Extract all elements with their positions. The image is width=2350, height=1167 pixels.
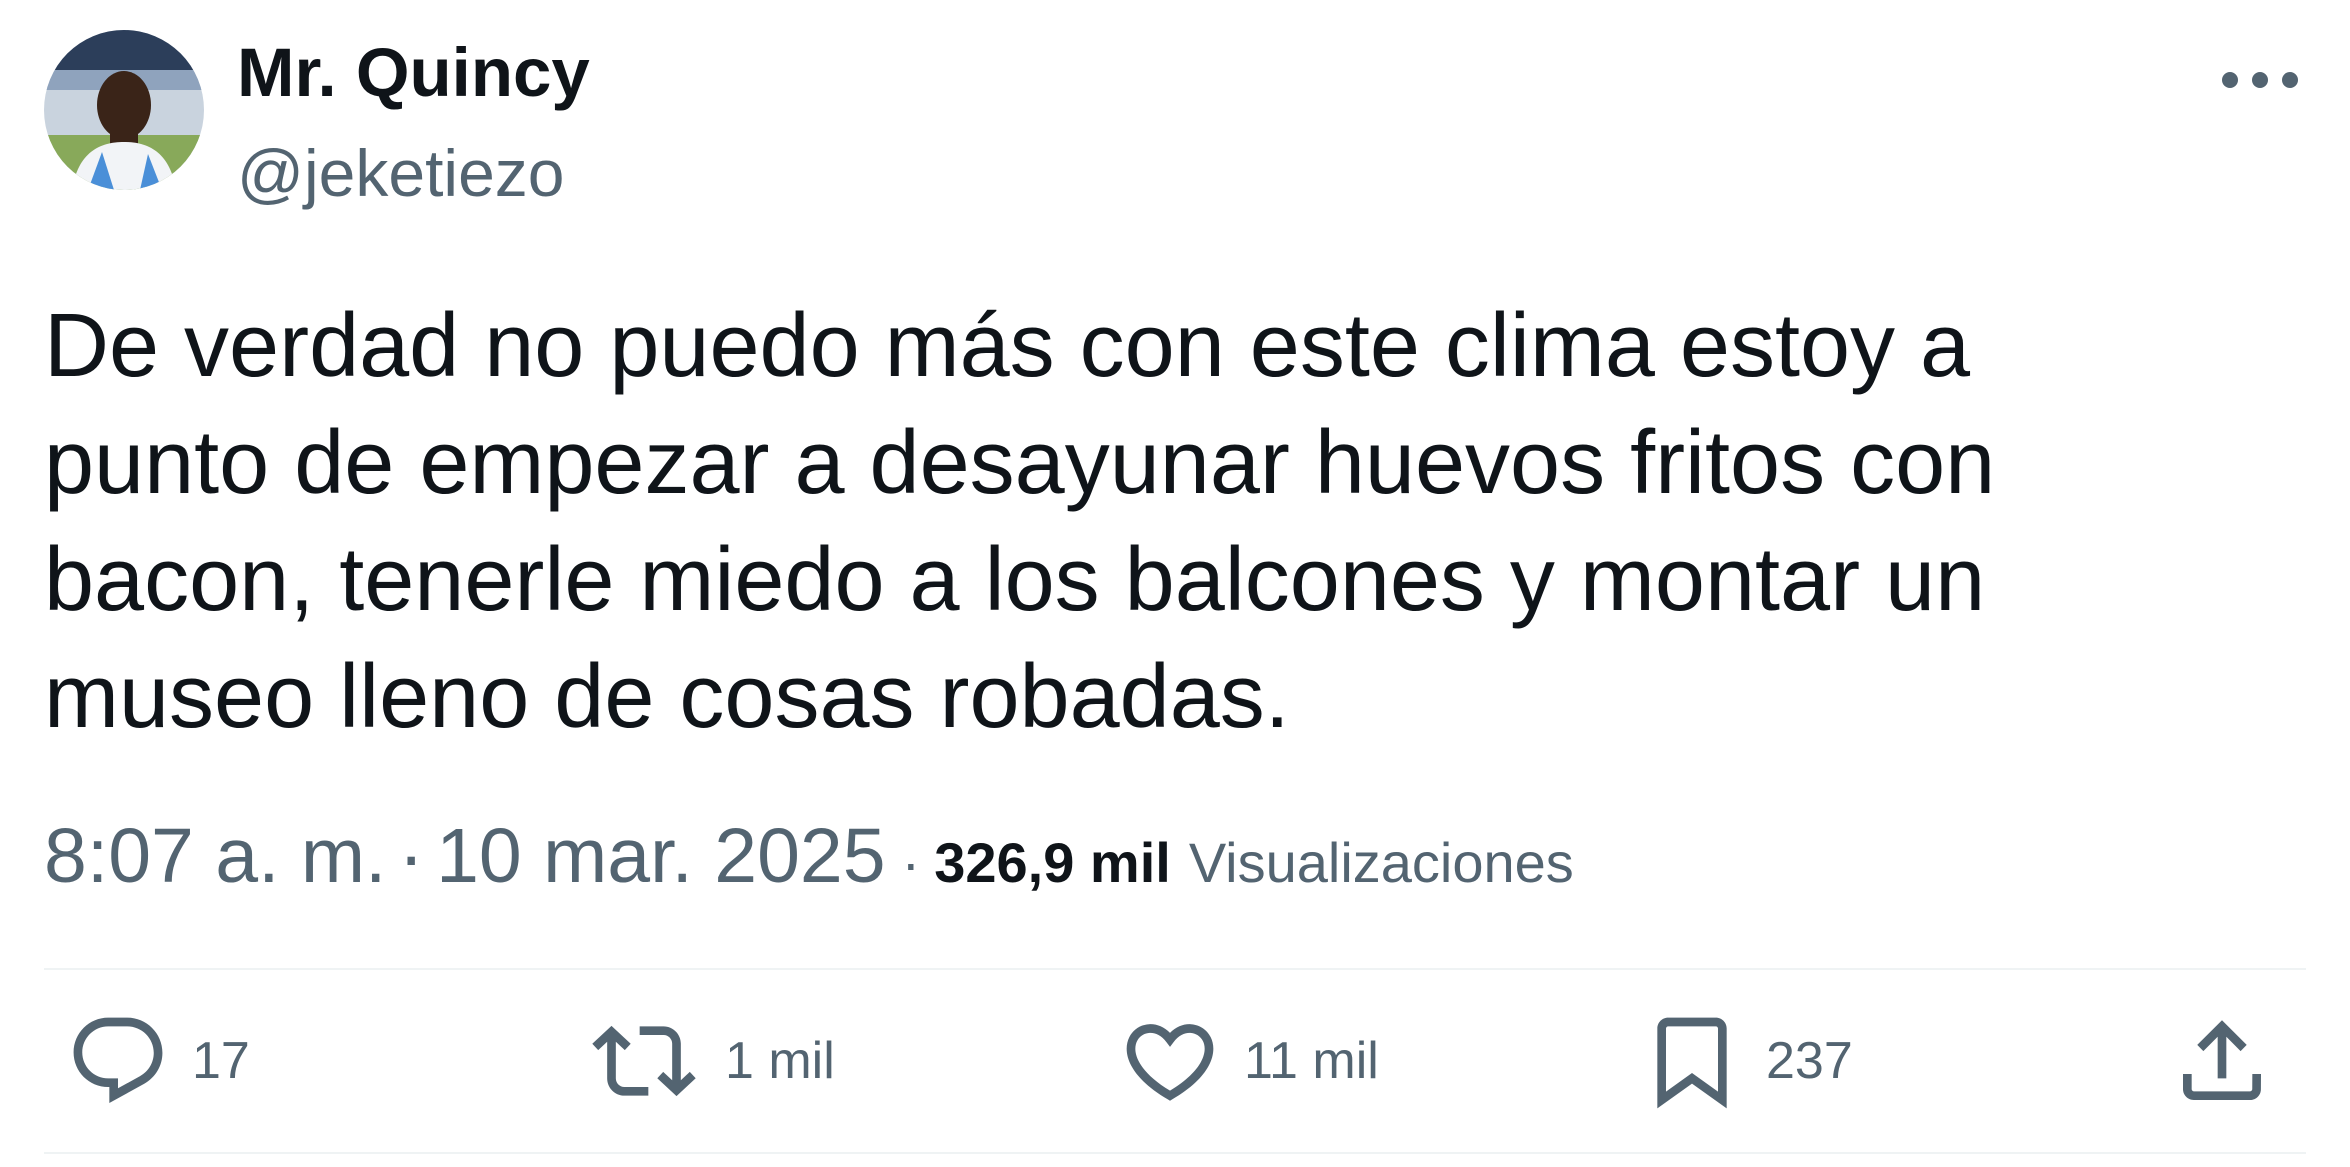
meta-separator: · (398, 813, 425, 899)
tweet-date[interactable]: 10 mar. 2025 (436, 812, 885, 901)
tweet-card: Mr. Quincy @jeketiezo De verdad no puedo… (0, 0, 2350, 1167)
tweet-meta: 8:07 a. m. · 10 mar. 2025 · 326,9 mil Vi… (44, 812, 1574, 902)
tweet-text: De verdad no puedo más con este clima es… (44, 288, 2304, 756)
bookmark-button[interactable]: 237 (1640, 1006, 1853, 1116)
tweet-text-line: bacon, tenerle miedo a los balcones y mo… (44, 530, 1986, 630)
share-button[interactable] (2170, 1006, 2274, 1116)
more-icon (2222, 72, 2298, 88)
divider (44, 968, 2306, 970)
views-label[interactable]: Visualizaciones (1189, 830, 1574, 895)
views-count: 326,9 mil (934, 831, 1171, 894)
retweet-button[interactable]: 1 mil (585, 1006, 835, 1116)
avatar[interactable] (44, 30, 204, 190)
tweet-text-line: punto de empezar a desayunar huevos frit… (44, 413, 1996, 513)
avatar-image (44, 30, 204, 190)
reply-count: 17 (192, 1032, 250, 1090)
reply-button[interactable]: 17 (66, 1006, 250, 1116)
share-icon (2183, 1020, 2261, 1100)
more-options-button[interactable] (2205, 40, 2315, 120)
meta-separator: · (901, 831, 921, 894)
like-button[interactable]: 11 mil (1118, 1006, 1379, 1116)
tweet-text-line: De verdad no puedo más con este clima es… (44, 296, 1971, 396)
divider (44, 1152, 2306, 1154)
bookmark-icon (1657, 1017, 1727, 1109)
action-bar: 17 1 mil 11 mil 237 (0, 996, 2350, 1146)
user-handle[interactable]: @jeketiezo (237, 140, 565, 206)
reply-icon (73, 1017, 163, 1104)
tweet-text-line: museo lleno de cosas robadas. (44, 647, 1290, 747)
retweet-count: 1 mil (725, 1032, 835, 1090)
heart-icon (1126, 1024, 1214, 1101)
tweet-time[interactable]: 8:07 a. m. (44, 812, 386, 901)
bookmark-count: 237 (1766, 1032, 1853, 1090)
display-name[interactable]: Mr. Quincy (237, 38, 590, 107)
retweet-icon (592, 1025, 696, 1097)
like-count: 11 mil (1244, 1032, 1379, 1090)
